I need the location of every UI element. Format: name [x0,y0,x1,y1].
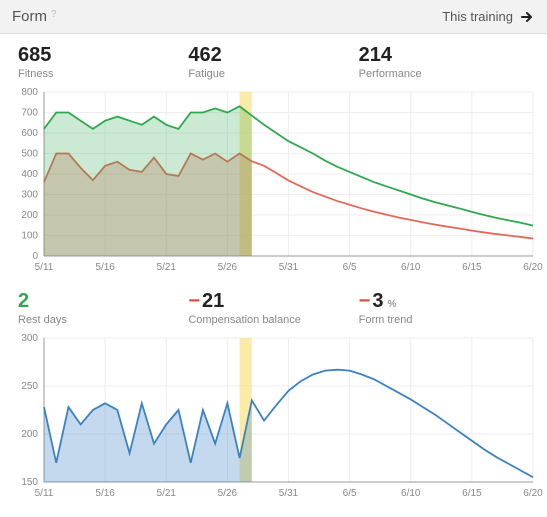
panel-header: Form ? This training [0,0,547,34]
metric-label: Fitness [18,68,188,80]
metric-sign: − [188,290,200,313]
metric-value: 3 [372,290,383,313]
chart-fitness-fatigue: 0 100 200 300 400 500 600 700 800 5/11 5/16 5/21 5/2… [0,86,547,280]
svg-text:200: 200 [21,210,38,221]
svg-text:5/16: 5/16 [95,262,115,273]
svg-text:5/16: 5/16 [95,488,115,499]
metric-form-trend: −3% Form trend [359,290,529,326]
metric-label: Rest days [18,314,188,326]
metric-value: 21 [202,290,224,313]
metric-label: Form trend [359,314,529,326]
metric-value: 462 [188,44,221,67]
metrics-top: 685 Fitness 462 Fatigue 214 Performance [0,34,547,86]
metric-rest-days: 2 Rest days [18,290,188,326]
svg-text:300: 300 [21,190,38,201]
metric-fitness: 685 Fitness [18,44,188,80]
metric-value: 214 [359,44,392,67]
svg-text:200: 200 [21,429,38,440]
svg-text:250: 250 [21,381,38,392]
metrics-bottom: 2 Rest days −21 Compensation balance −3%… [0,280,547,332]
svg-text:5/26: 5/26 [218,262,238,273]
svg-text:300: 300 [21,333,38,344]
svg-text:6/5: 6/5 [343,262,357,273]
svg-text:0: 0 [32,251,38,262]
svg-text:6/20: 6/20 [523,262,543,273]
arrow-right-icon [519,9,535,25]
metric-value: 2 [18,290,29,313]
chart-performance: 150 200 250 300 5/11 5/16 5/21 5/26 5/31 6/5 6/10 6… [0,332,547,506]
metric-performance: 214 Performance [359,44,529,80]
svg-text:6/20: 6/20 [523,488,543,499]
svg-text:500: 500 [21,149,38,160]
svg-text:6/15: 6/15 [462,262,482,273]
metric-suffix: % [387,299,396,310]
training-selector[interactable]: This training [442,9,535,25]
svg-text:6/10: 6/10 [401,488,421,499]
svg-text:5/21: 5/21 [157,262,177,273]
svg-text:6/10: 6/10 [401,262,421,273]
svg-text:700: 700 [21,108,38,119]
metric-label: Compensation balance [188,314,358,326]
svg-text:5/31: 5/31 [279,488,299,499]
svg-text:5/26: 5/26 [218,488,238,499]
svg-text:5/31: 5/31 [279,262,299,273]
svg-text:6/5: 6/5 [343,488,357,499]
metric-fatigue: 462 Fatigue [188,44,358,80]
metric-label: Performance [359,68,529,80]
metric-label: Fatigue [188,68,358,80]
svg-text:5/11: 5/11 [35,262,54,273]
svg-text:5/21: 5/21 [157,488,177,499]
svg-text:600: 600 [21,128,38,139]
metric-compensation-balance: −21 Compensation balance [188,290,358,326]
metric-value: 685 [18,44,51,67]
svg-text:6/15: 6/15 [462,488,482,499]
metric-sign: − [359,290,371,313]
svg-text:5/11: 5/11 [35,488,54,499]
help-icon[interactable]: ? [51,9,57,20]
svg-text:400: 400 [21,169,38,180]
training-label: This training [442,9,513,24]
panel-title: Form [12,8,47,25]
svg-text:800: 800 [21,87,38,98]
svg-text:100: 100 [21,231,38,242]
svg-text:150: 150 [21,477,38,488]
header-left: Form ? [12,8,57,25]
